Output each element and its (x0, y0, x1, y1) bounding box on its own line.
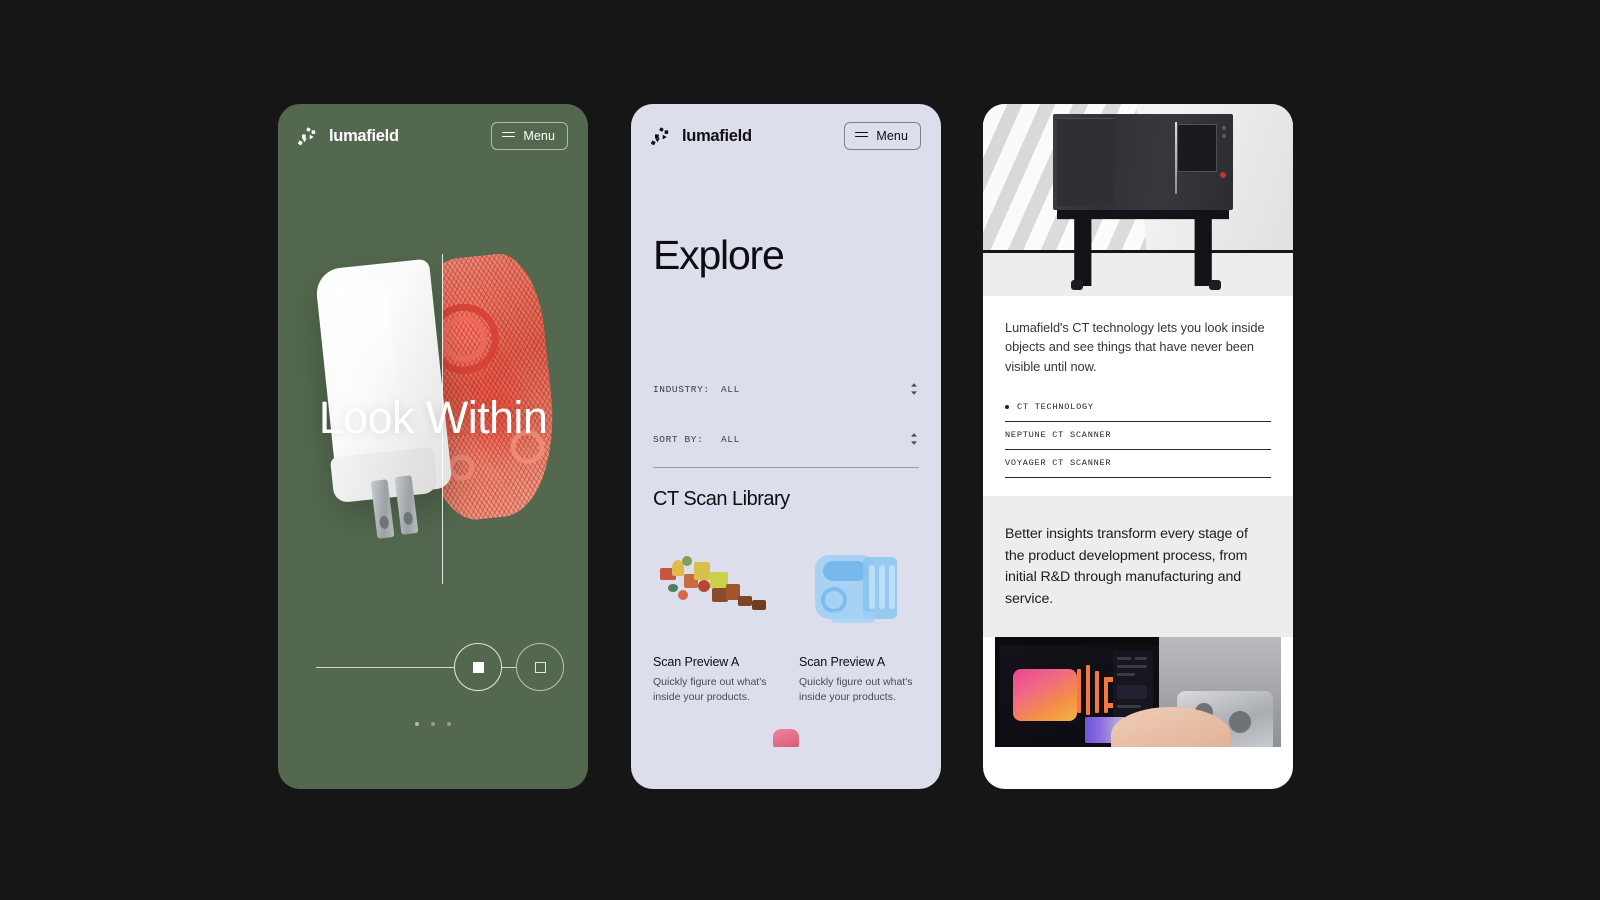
pagination-dot-3[interactable] (447, 722, 451, 726)
filter-group: INDUSTRY: ALL SORT BY: ALL (653, 375, 919, 468)
nav-item-neptune-ct-scanner[interactable]: NEPTUNE CT SCANNER (1005, 422, 1271, 451)
page-title-explore: Explore (653, 232, 785, 278)
outlined-square-handle-icon[interactable] (516, 643, 564, 691)
filter-industry[interactable]: INDUSTRY: ALL (653, 375, 919, 403)
blue-ct-scan-of-engine-block (811, 549, 907, 629)
scan-card-grid: Scan Preview A Quickly figure out what's… (653, 537, 919, 705)
hamburger-menu-icon (502, 131, 516, 141)
brand-lockup-home[interactable]: lumafield (298, 126, 399, 147)
chevron-updown-icon (911, 433, 917, 445)
scanner-indicator-b (1222, 134, 1226, 138)
lumafield-pinwheel-logo-icon (651, 126, 669, 145)
hero-comparison[interactable]: Look Within (278, 104, 588, 789)
explore-topbar: lumafield Menu (631, 104, 941, 150)
section-title-ct-scan-library: CT Scan Library (653, 488, 790, 510)
scanner-caster-right (1209, 280, 1221, 290)
menu-button-label-explore: Menu (876, 129, 908, 143)
filter-sort-by-label: SORT BY: (653, 433, 704, 445)
menu-button-home[interactable]: Menu (491, 122, 568, 150)
scanner-touchscreen (1177, 124, 1217, 172)
filter-industry-value: ALL (721, 383, 740, 395)
home-topbar: lumafield Menu (278, 104, 588, 150)
scanner-caster-left (1071, 280, 1083, 290)
carousel-pagination[interactable] (278, 722, 588, 726)
explore-body: Explore INDUSTRY: ALL SORT BY: ALL CT Sc… (631, 232, 941, 748)
chevron-updown-icon (911, 383, 917, 395)
product-nav-list: CT TECHNOLOGY NEPTUNE CT SCANNER VOYAGER… (1005, 394, 1271, 479)
engineer-viewing-colorful-ct-scan-on-monitor (995, 636, 1281, 747)
comparison-slider-controls (278, 632, 588, 702)
nav-item-neptune-ct-scanner-label: NEPTUNE CT SCANNER (1005, 430, 1112, 441)
brand-name-explore: lumafield (682, 126, 752, 145)
nav-item-ct-technology[interactable]: CT TECHNOLOGY (1005, 394, 1271, 423)
scan-card-2-image (799, 537, 919, 641)
menu-button-label-home: Menu (523, 129, 555, 143)
scan-card-1[interactable]: Scan Preview A Quickly figure out what's… (653, 537, 773, 705)
hamburger-menu-icon (855, 131, 869, 141)
scanner-indicator-a (1222, 126, 1226, 130)
pagination-dot-1[interactable] (415, 722, 419, 726)
filter-divider (653, 467, 919, 468)
phone-screen-home: lumafield Menu Look Within (278, 104, 588, 789)
screenshot-stage: lumafield Menu Look Within lumafield Men… (0, 0, 1600, 900)
product-highlight-text: Better insights transform every stage of… (1005, 526, 1248, 608)
neptune-ct-scanner-cabinet-on-stand (983, 104, 1293, 296)
floor-strip (983, 250, 1293, 296)
bullet-icon (1005, 405, 1009, 410)
slider-track[interactable] (316, 666, 454, 668)
multicolor-ct-scan-of-toy-parts (654, 550, 772, 628)
phone-screen-explore: lumafield Menu Explore INDUSTRY: ALL SOR… (631, 104, 941, 789)
nav-item-voyager-ct-scanner-label: VOYAGER CT SCANNER (1005, 458, 1112, 469)
slider-track-gap (502, 666, 516, 668)
hero-title: Look Within (318, 392, 548, 443)
brand-name-home: lumafield (329, 126, 399, 145)
scan-card-2[interactable]: Scan Preview A Quickly figure out what's… (799, 537, 919, 705)
scan-card-3-teaser[interactable] (653, 729, 919, 748)
scan-card-2-name: Scan Preview A (799, 655, 886, 669)
scanner-power-led (1220, 172, 1226, 178)
ct-scanner-cabinet (1053, 114, 1233, 210)
scanner-door (1057, 118, 1115, 206)
product-intro-text: Lumafield's CT technology lets you look … (1005, 320, 1265, 374)
scan-card-1-name: Scan Preview A (653, 655, 740, 669)
filter-industry-label: INDUSTRY: (653, 383, 710, 395)
menu-button-explore[interactable]: Menu (844, 122, 921, 150)
filter-sort-by[interactable]: SORT BY: ALL (653, 425, 919, 453)
scan-card-2-description: Quickly figure out what's inside your pr… (799, 676, 913, 704)
pink-ct-scan-partial-preview (773, 729, 799, 748)
scan-card-1-image (653, 537, 773, 641)
lumafield-pinwheel-logo-icon (298, 126, 316, 145)
nav-item-voyager-ct-scanner[interactable]: VOYAGER CT SCANNER (1005, 450, 1271, 479)
scan-card-1-description: Quickly figure out what's inside your pr… (653, 676, 767, 704)
ct-render-heatmap-part (1013, 668, 1077, 721)
nav-item-ct-technology-label: CT TECHNOLOGY (1017, 402, 1094, 413)
product-highlight-block: Better insights transform every stage of… (983, 496, 1293, 637)
phone-screen-product: Lumafield's CT technology lets you look … (983, 104, 1293, 789)
brand-lockup-explore[interactable]: lumafield (651, 126, 752, 147)
filter-sort-by-value: ALL (721, 433, 740, 445)
product-intro-block: Lumafield's CT technology lets you look … (983, 296, 1293, 497)
filled-square-handle-icon[interactable] (454, 643, 502, 691)
pagination-dot-2[interactable] (431, 722, 435, 726)
